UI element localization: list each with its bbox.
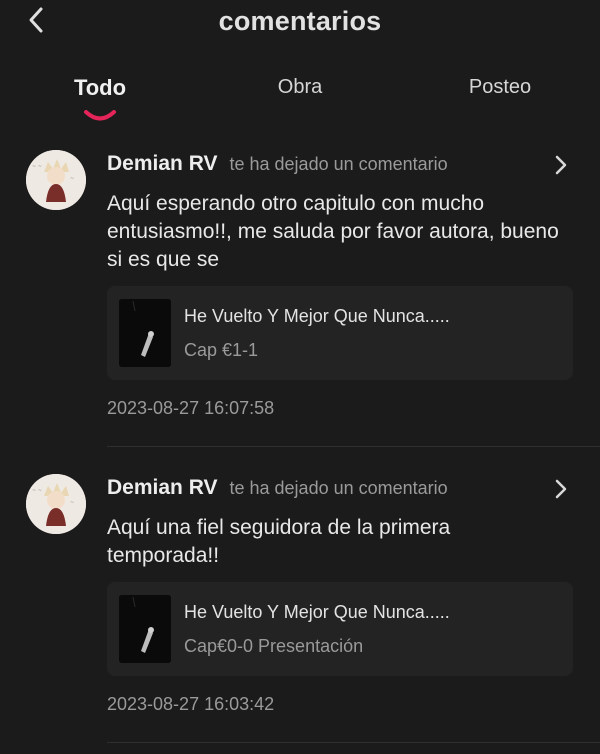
work-title: He Vuelto Y Mejor Que Nunca..... bbox=[184, 306, 450, 326]
active-tab-indicator bbox=[84, 110, 116, 121]
comment-header: Demian RV te ha dejado un comentario bbox=[107, 152, 448, 182]
work-cover-image bbox=[119, 595, 171, 663]
page-title: comentarios bbox=[218, 6, 382, 36]
comment-timestamp: 2023-08-27 16:07:58 bbox=[107, 398, 275, 418]
avatar-image: ~ ~ ~ bbox=[26, 150, 86, 210]
work-cover-image bbox=[119, 299, 171, 367]
tab-obra[interactable]: Obra bbox=[278, 76, 322, 99]
svg-text:~ ~: ~ ~ bbox=[32, 164, 42, 170]
comment-header: Demian RV te ha dejado un comentario bbox=[107, 476, 448, 506]
chevron-right-icon[interactable] bbox=[552, 154, 570, 176]
svg-text:~ ~: ~ ~ bbox=[32, 488, 42, 494]
comment-text: Aquí esperando otro capitulo con mucho e… bbox=[107, 192, 559, 271]
avatar[interactable]: ~ ~ ~ bbox=[26, 474, 86, 534]
comment-timestamp: 2023-08-27 16:03:42 bbox=[107, 694, 275, 714]
avatar-image: ~ ~ ~ bbox=[26, 474, 86, 534]
divider bbox=[107, 446, 600, 447]
divider bbox=[107, 742, 600, 743]
svg-text:~: ~ bbox=[70, 500, 74, 506]
svg-text:~: ~ bbox=[70, 176, 74, 182]
comment-action-text: te ha dejado un comentario bbox=[229, 154, 448, 174]
chevron-right-icon[interactable] bbox=[552, 478, 570, 500]
comment-text: Aquí una fiel seguidora de la primera te… bbox=[107, 516, 451, 567]
work-card[interactable]: He Vuelto Y Mejor Que Nunca..... Cap€0-0… bbox=[107, 582, 573, 676]
tab-bar: Todo Obra Posteo bbox=[0, 72, 600, 126]
comment-action-text: te ha dejado un comentario bbox=[229, 478, 448, 498]
username[interactable]: Demian RV bbox=[107, 152, 218, 176]
chapter-label: Cap€0-0 Presentación bbox=[184, 636, 364, 656]
top-bar: comentarios bbox=[0, 0, 600, 48]
work-thumbnail bbox=[119, 299, 171, 367]
tab-posteo[interactable]: Posteo bbox=[469, 76, 531, 99]
chapter-label: Cap €1-1 bbox=[184, 340, 259, 360]
avatar[interactable]: ~ ~ ~ bbox=[26, 150, 86, 210]
tab-todo[interactable]: Todo bbox=[74, 75, 126, 101]
username[interactable]: Demian RV bbox=[107, 476, 218, 500]
work-title: He Vuelto Y Mejor Que Nunca..... bbox=[184, 602, 450, 622]
work-thumbnail bbox=[119, 595, 171, 663]
work-card[interactable]: He Vuelto Y Mejor Que Nunca..... Cap €1-… bbox=[107, 286, 573, 380]
